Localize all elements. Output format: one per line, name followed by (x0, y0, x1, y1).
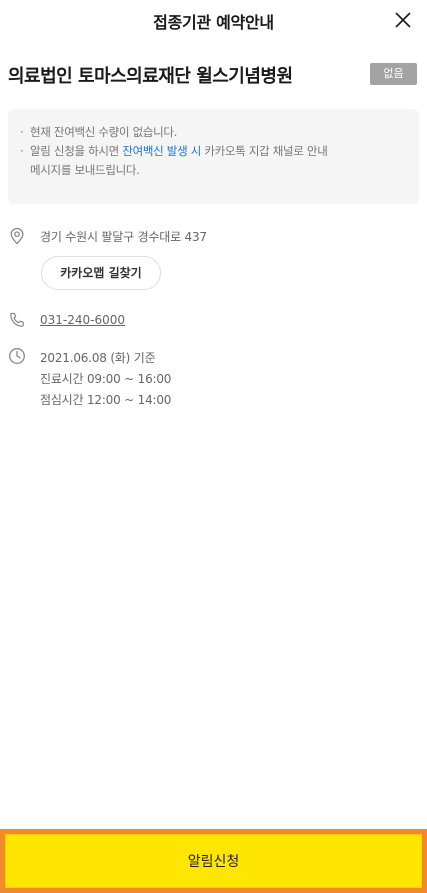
bullet: · (20, 144, 24, 158)
clinic-hours: 진료시간 09:00 ~ 16:00 (40, 372, 172, 386)
location-pin-icon (10, 227, 24, 245)
notification-request-button[interactable]: 알림신청 (5, 834, 422, 888)
bullet: · (20, 125, 24, 139)
notice-box: · 현재 잔여백신 수량이 없습니다. · 알림 신청을 하시면 잔여백신 발생… (8, 109, 419, 204)
clock-icon (9, 348, 25, 364)
close-icon[interactable] (394, 11, 412, 29)
page-title: 접종기관 예약안내 (153, 13, 274, 32)
close-button[interactable] (389, 6, 417, 34)
notice-text-2-prefix: 알림 신청을 하시면 (30, 144, 123, 158)
notice-line-1: · 현재 잔여백신 수량이 없습니다. (20, 123, 407, 142)
hours-lines: 2021.06.08 (화) 기준 진료시간 09:00 ~ 16:00 점심시… (40, 348, 171, 411)
hospital-header: 의료법인 토마스의료재단 윌스기념병원 없음 (8, 60, 417, 88)
notice-highlight: 잔여백신 발생 시 (122, 144, 201, 158)
phone-link[interactable]: 031-240-6000 (40, 311, 125, 329)
base-date: 2021.06.08 (화) 기준 (40, 351, 156, 365)
phone-icon (10, 312, 24, 327)
lunch-hours: 점심시간 12:00 ~ 14:00 (40, 393, 172, 407)
notice-line-3: 메시지를 보내드립니다. (20, 161, 407, 180)
address-row: 경기 수원시 팔달구 경수대로 437 (8, 227, 207, 247)
kakaomap-directions-button[interactable]: 카카오맵 길찾기 (41, 256, 161, 290)
header: 접종기관 예약안내 (0, 0, 427, 42)
notice-text-3: 메시지를 보내드립니다. (30, 163, 140, 177)
phone-row: 031-240-6000 (8, 311, 125, 329)
status-badge: 없음 (370, 63, 417, 85)
hours-row (8, 347, 40, 365)
address-text: 경기 수원시 팔달구 경수대로 437 (40, 230, 207, 244)
notice-text-1: 현재 잔여백신 수량이 없습니다. (30, 125, 178, 139)
notice-line-2: · 알림 신청을 하시면 잔여백신 발생 시 카카오톡 지갑 채널로 안내 (20, 142, 407, 161)
notice-text-2-suffix: 카카오톡 지갑 채널로 안내 (200, 144, 328, 158)
cta-container: 알림신청 (0, 829, 427, 893)
hospital-name: 의료법인 토마스의료재단 윌스기념병원 (8, 66, 293, 87)
